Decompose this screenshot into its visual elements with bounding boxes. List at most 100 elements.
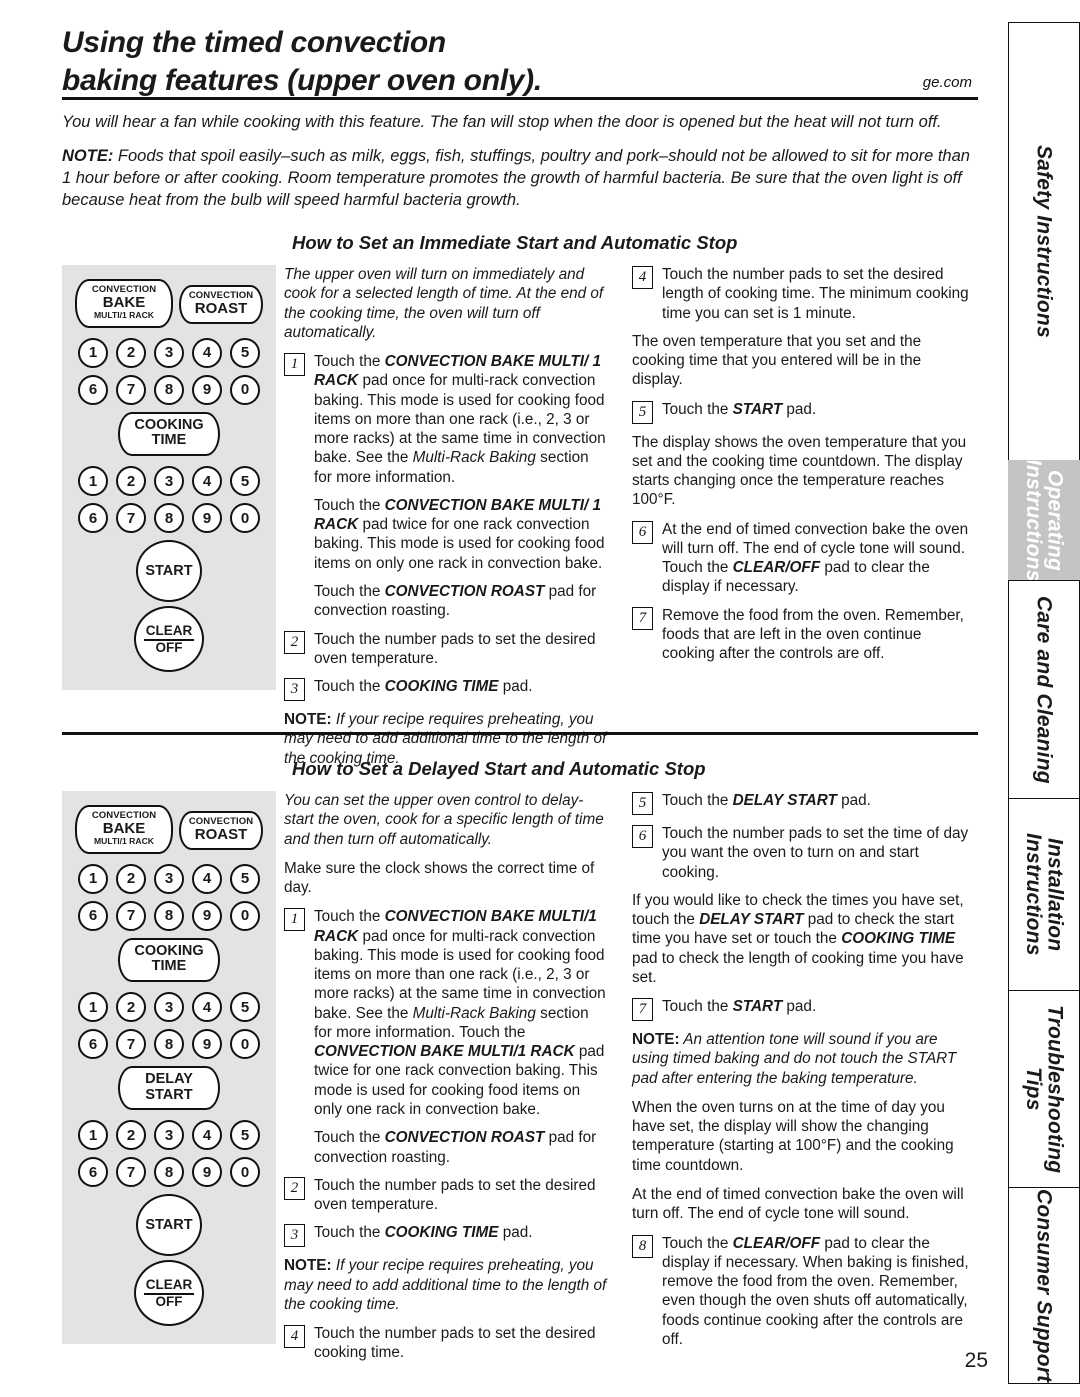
keypad-row: 1 2 3 4 5 bbox=[78, 1120, 260, 1151]
number-key[interactable]: 6 bbox=[78, 503, 108, 534]
number-key[interactable]: 3 bbox=[154, 337, 184, 368]
number-key[interactable]: 7 bbox=[116, 900, 146, 931]
number-key[interactable]: 3 bbox=[154, 992, 184, 1023]
step-item: 5 Touch the DELAY START pad. bbox=[632, 791, 976, 815]
sidebar-tab-label: Care and Cleaning bbox=[1032, 595, 1056, 784]
number-key[interactable]: 4 bbox=[192, 863, 222, 894]
number-key[interactable]: 7 bbox=[116, 1029, 146, 1060]
page-number: 25 bbox=[964, 1349, 988, 1372]
convection-bake-line2: BAKE bbox=[102, 294, 146, 312]
number-key[interactable]: 0 bbox=[230, 374, 260, 405]
number-key[interactable]: 0 bbox=[230, 1029, 260, 1060]
cont-pre: Touch the bbox=[314, 496, 385, 514]
convection-bake-pad[interactable]: CONVECTION BAKE MULTI/1 RACK bbox=[75, 279, 173, 328]
number-key[interactable]: 7 bbox=[116, 1157, 146, 1188]
manual-page: Using the timed convection baking featur… bbox=[0, 0, 1080, 1397]
clear-off-pad[interactable]: CLEAR OFF bbox=[134, 1260, 204, 1327]
sidebar-tab-troubleshooting-tips[interactable]: Troubleshooting Tips bbox=[1008, 990, 1080, 1187]
number-key[interactable]: 4 bbox=[192, 1120, 222, 1151]
number-key[interactable]: 9 bbox=[192, 1157, 222, 1188]
convection-roast-pad[interactable]: CONVECTION ROAST bbox=[179, 285, 263, 325]
cooking-time-pad[interactable]: COOKING TIME bbox=[118, 411, 220, 457]
number-key[interactable]: 5 bbox=[230, 466, 260, 497]
number-key[interactable]: 6 bbox=[78, 900, 108, 931]
number-key[interactable]: 3 bbox=[154, 863, 184, 894]
number-key[interactable]: 5 bbox=[230, 863, 260, 894]
number-key[interactable]: 8 bbox=[154, 503, 184, 534]
sidebar-tab-installation-instructions[interactable]: Installation Instructions bbox=[1008, 798, 1080, 990]
number-key[interactable]: 1 bbox=[78, 1120, 108, 1151]
sidebar-tab-label: Operating Instructions bbox=[1022, 460, 1067, 580]
step-number: 6 bbox=[632, 520, 653, 544]
number-key[interactable]: 7 bbox=[116, 503, 146, 534]
number-key[interactable]: 0 bbox=[230, 503, 260, 534]
number-key[interactable]: 5 bbox=[230, 1120, 260, 1151]
number-key[interactable]: 8 bbox=[154, 1029, 184, 1060]
step-pre: Touch the bbox=[314, 353, 385, 371]
delay-start-pad[interactable]: DELAY START bbox=[118, 1066, 220, 1111]
clear-label: CLEAR bbox=[143, 623, 195, 641]
number-key[interactable]: 9 bbox=[192, 1029, 222, 1060]
number-key[interactable]: 0 bbox=[230, 900, 260, 931]
step-item: 3 Touch the COOKING TIME pad. bbox=[284, 677, 610, 702]
number-key[interactable]: 8 bbox=[154, 1157, 184, 1188]
number-key[interactable]: 7 bbox=[116, 374, 146, 405]
step-text: Touch the START pad. bbox=[662, 997, 816, 1016]
number-key[interactable]: 9 bbox=[192, 503, 222, 534]
number-key[interactable]: 2 bbox=[116, 1120, 146, 1151]
number-key[interactable]: 3 bbox=[154, 466, 184, 497]
control-panel-graphic-1: CONVECTION BAKE MULTI/1 RACK CONVECTION … bbox=[62, 265, 284, 691]
sidebar-tab-safety-instructions[interactable]: Safety Instructions bbox=[1008, 22, 1080, 460]
number-key[interactable]: 2 bbox=[116, 863, 146, 894]
intro-paragraph-1: You will hear a fan while cooking with t… bbox=[62, 113, 942, 131]
step-item: 4 Touch the number pads to set the desir… bbox=[632, 265, 976, 323]
step-post: pad. bbox=[498, 678, 533, 696]
clear-off-pad[interactable]: CLEAR OFF bbox=[134, 606, 204, 673]
number-key[interactable]: 8 bbox=[154, 374, 184, 405]
intro-text: You will hear a fan while cooking with t… bbox=[62, 112, 970, 224]
number-key[interactable]: 2 bbox=[116, 466, 146, 497]
sidebar-tab-operating-instructions[interactable]: Operating Instructions bbox=[1008, 460, 1080, 580]
start-pad[interactable]: START bbox=[136, 1194, 202, 1257]
step-number: 8 bbox=[632, 1234, 653, 1258]
number-key[interactable]: 1 bbox=[78, 992, 108, 1023]
number-key[interactable]: 9 bbox=[192, 900, 222, 931]
number-key[interactable]: 6 bbox=[78, 1029, 108, 1060]
sidebar-tab-label: Troubleshooting Tips bbox=[1022, 1004, 1067, 1174]
step-bold: CLEAR/OFF bbox=[732, 1234, 821, 1252]
number-key[interactable]: 0 bbox=[230, 1157, 260, 1188]
section1-left-column: The upper oven will turn on immediately … bbox=[284, 265, 624, 778]
step-italic: Multi-Rack Baking bbox=[412, 449, 536, 467]
cooking-time-line1: COOKING bbox=[134, 416, 204, 433]
cooking-time-pad[interactable]: COOKING TIME bbox=[118, 937, 220, 983]
step-text: Touch the COOKING TIME pad. bbox=[314, 677, 533, 696]
keypad-row: 6 7 8 9 0 bbox=[78, 900, 260, 931]
number-key[interactable]: 5 bbox=[230, 992, 260, 1023]
number-key[interactable]: 5 bbox=[230, 337, 260, 368]
number-key[interactable]: 1 bbox=[78, 466, 108, 497]
number-key[interactable]: 6 bbox=[78, 1157, 108, 1188]
number-key[interactable]: 2 bbox=[116, 337, 146, 368]
step-text: At the end of timed convection bake the … bbox=[662, 520, 976, 597]
number-key[interactable]: 2 bbox=[116, 992, 146, 1023]
step1-continuation: Touch the CONVECTION ROAST pad for conve… bbox=[314, 1128, 610, 1167]
number-key[interactable]: 4 bbox=[192, 466, 222, 497]
step-text: Touch the number pads to set the desired… bbox=[314, 1325, 596, 1362]
number-key[interactable]: 9 bbox=[192, 374, 222, 405]
number-key[interactable]: 6 bbox=[78, 374, 108, 405]
start-pad[interactable]: START bbox=[136, 540, 202, 603]
number-key[interactable]: 8 bbox=[154, 900, 184, 931]
note-label: NOTE: bbox=[284, 1257, 332, 1275]
keypad-row: 6 7 8 9 0 bbox=[78, 374, 260, 405]
convection-bake-pad[interactable]: CONVECTION BAKE MULTI/1 RACK bbox=[75, 805, 173, 854]
keypad-row: 1 2 3 4 5 bbox=[78, 992, 260, 1023]
sidebar-tab-care-and-cleaning[interactable]: Care and Cleaning bbox=[1008, 580, 1080, 798]
number-key[interactable]: 4 bbox=[192, 992, 222, 1023]
sidebar-tab-consumer-support[interactable]: Consumer Support bbox=[1008, 1187, 1080, 1384]
number-key[interactable]: 4 bbox=[192, 337, 222, 368]
convection-roast-pad[interactable]: CONVECTION ROAST bbox=[179, 811, 263, 851]
number-key[interactable]: 3 bbox=[154, 1120, 184, 1151]
step-number: 6 bbox=[632, 825, 653, 848]
number-key[interactable]: 1 bbox=[78, 863, 108, 894]
number-key[interactable]: 1 bbox=[78, 337, 108, 368]
